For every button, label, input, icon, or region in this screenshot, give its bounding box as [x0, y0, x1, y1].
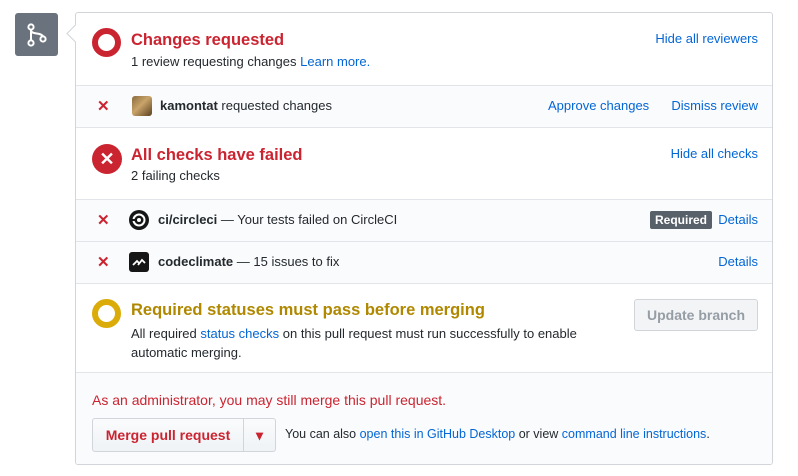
command-line-link[interactable]: command line instructions	[562, 427, 707, 441]
check-row-circleci: ✕ ci/circleci — Your tests failed on Cir…	[76, 200, 772, 242]
dismiss-review-link[interactable]: Dismiss review	[671, 98, 758, 113]
merge-pull-request-button[interactable]: Merge pull request	[92, 418, 244, 452]
reviewer-row: ✕ kamontat requested changes Approve cha…	[76, 86, 772, 128]
status-checks-link[interactable]: status checks	[200, 326, 279, 341]
merge-status-box: Changes requested 1 review requesting ch…	[75, 12, 773, 465]
checks-failed-icon: ✕	[92, 144, 122, 174]
status-text: All required	[131, 326, 201, 341]
fail-x-icon: ✕	[97, 254, 110, 271]
update-branch-button[interactable]: Update branch	[634, 299, 758, 331]
details-link[interactable]: Details	[718, 254, 758, 269]
check-name: codeclimate	[158, 254, 234, 269]
changes-requested-icon	[92, 28, 121, 57]
checks-section: ✕ All checks have failed 2 failing check…	[76, 128, 772, 200]
status-text: automatic merging.	[131, 345, 242, 360]
check-description: — 15 issues to fix	[233, 254, 340, 269]
learn-more-link[interactable]: Learn more.	[300, 54, 370, 69]
review-section: Changes requested 1 review requesting ch…	[76, 13, 772, 86]
review-subtitle: 1 review requesting changes	[131, 54, 297, 69]
circleci-icon	[129, 210, 149, 230]
check-name: ci/circleci	[158, 212, 218, 227]
details-link[interactable]: Details	[718, 212, 758, 227]
required-status-section: Required statuses must pass before mergi…	[76, 284, 772, 373]
fail-x-icon: ✕	[97, 212, 110, 229]
reviewer-name[interactable]: kamontat	[160, 98, 218, 113]
git-merge-icon	[15, 13, 58, 56]
merge-help-text: .	[706, 427, 710, 441]
checks-subtitle: 2 failing checks	[131, 168, 220, 183]
check-description: — Your tests failed on CircleCI	[217, 212, 398, 227]
pending-status-icon	[92, 299, 121, 328]
merge-help-text: or view	[515, 427, 562, 441]
fail-x-icon: ✕	[97, 98, 110, 115]
open-desktop-link[interactable]: open this in GitHub Desktop	[360, 427, 516, 441]
review-title: Changes requested	[131, 31, 285, 49]
merge-dropdown-button[interactable]: ▾	[243, 418, 276, 452]
merge-section: As an administrator, you may still merge…	[76, 373, 772, 464]
avatar	[132, 96, 152, 116]
chevron-down-icon: ▾	[255, 427, 264, 443]
check-row-codeclimate: ✕ codeclimate — 15 issues to fix Details	[76, 242, 772, 284]
admin-notice: As an administrator, you may still merge…	[92, 392, 447, 408]
hide-reviewers-link[interactable]: Hide all reviewers	[655, 31, 758, 46]
codeclimate-icon	[129, 252, 149, 272]
required-badge: Required	[650, 211, 713, 229]
merge-help-text: You can also	[285, 427, 360, 441]
approve-changes-link[interactable]: Approve changes	[548, 98, 649, 113]
checks-title: All checks have failed	[131, 146, 303, 164]
status-title: Required statuses must pass before mergi…	[131, 301, 485, 319]
hide-checks-link[interactable]: Hide all checks	[671, 146, 758, 161]
status-text: on this pull request must run successful…	[279, 326, 577, 341]
reviewer-action: requested changes	[217, 98, 332, 113]
